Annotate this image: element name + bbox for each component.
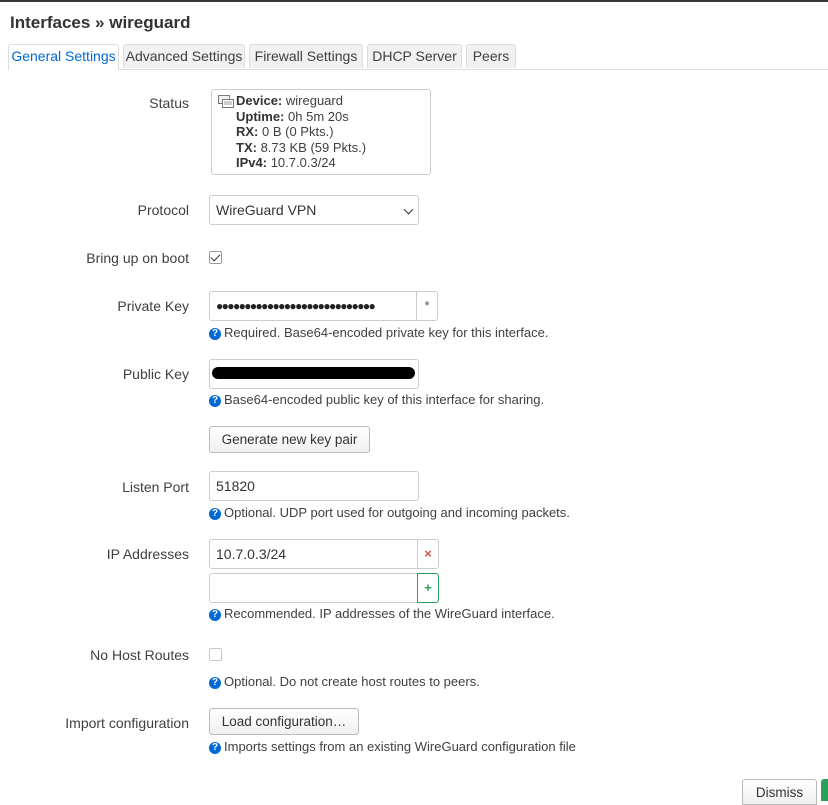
help-icon: ? — [209, 328, 221, 340]
redaction-mark — [212, 367, 415, 379]
status-ipv4-value: 10.7.0.3/24 — [270, 155, 336, 170]
tab-dhcp-server[interactable]: DHCP Server — [367, 44, 462, 68]
help-icon: ? — [209, 742, 221, 754]
private-key-label: Private Key — [117, 298, 189, 314]
help-icon: ? — [209, 508, 221, 520]
reveal-password-button[interactable]: * — [417, 291, 438, 321]
status-uptime-row: Uptime: 0h 5m 20s — [236, 109, 424, 125]
generate-key-pair-button[interactable]: Generate new key pair — [209, 426, 370, 453]
ip-addresses-help-text: Recommended. IP addresses of the WireGua… — [224, 606, 555, 621]
status-rx-key: RX: — [236, 124, 259, 139]
private-key-help: ? Required. Base64-encoded private key fo… — [209, 325, 548, 340]
status-uptime-key: Uptime: — [236, 108, 285, 124]
listen-port-label: Listen Port — [122, 479, 189, 495]
tab-firewall-settings[interactable]: Firewall Settings — [249, 44, 363, 68]
status-tx-value: 8.73 KB (59 Pkts.) — [260, 139, 367, 155]
protocol-selected-value: WireGuard VPN — [216, 202, 317, 218]
no-host-routes-help: ? Optional. Do not create host routes to … — [209, 674, 480, 689]
status-uptime-value: 0h 5m 20s — [288, 108, 349, 124]
help-icon: ? — [209, 677, 221, 689]
add-ip-button[interactable]: + — [417, 573, 439, 603]
new-ip-address-input[interactable] — [209, 573, 418, 603]
private-key-input[interactable]: ●●●●●●●●●●●●●●●●●●●●●●●●●●●● — [209, 291, 417, 321]
status-rx-row: RX: 0 B (0 Pkts.) — [236, 124, 424, 140]
no-host-routes-label: No Host Routes — [90, 647, 189, 663]
status-device-key: Device: — [236, 93, 283, 108]
status-tx-key: TX: — [236, 139, 257, 155]
dismiss-button[interactable]: Dismiss — [742, 779, 817, 805]
status-rx-value: 0 B (0 Pkts.) — [262, 124, 334, 139]
protocol-label: Protocol — [137, 202, 189, 218]
bring-up-on-boot-checkbox[interactable] — [209, 251, 222, 264]
ip-addresses-help: ? Recommended. IP addresses of the WireGu… — [209, 606, 555, 621]
status-ipv4-row: IPv4: 10.7.0.3/24 — [236, 155, 424, 171]
status-ipv4-key: IPv4: — [236, 155, 268, 170]
public-key-help-text: Base64-encoded public key of this interf… — [224, 392, 545, 407]
remove-ip-button[interactable]: × — [418, 539, 439, 569]
import-configuration-help-text: Imports settings from an existing WireGu… — [224, 739, 576, 754]
tab-bar: General Settings Advanced Settings Firew… — [8, 44, 828, 70]
load-configuration-button[interactable]: Load configuration… — [209, 708, 359, 735]
top-border — [0, 0, 828, 2]
tab-peers[interactable]: Peers — [466, 44, 516, 68]
listen-port-help-text: Optional. UDP port used for outgoing and… — [224, 505, 570, 520]
no-host-routes-checkbox[interactable] — [209, 648, 222, 661]
ip-addresses-label: IP Addresses — [106, 546, 189, 562]
status-tx-row: TX: 8.73 KB (59 Pkts.) — [236, 140, 424, 156]
private-key-help-text: Required. Base64-encoded private key for… — [224, 325, 549, 340]
ip-address-entry[interactable]: 10.7.0.3/24 — [209, 539, 418, 569]
public-key-help: ? Base64-encoded public key of this inter… — [209, 392, 544, 407]
tab-advanced-settings[interactable]: Advanced Settings — [123, 44, 245, 68]
network-device-icon — [218, 95, 234, 108]
status-device-value: wireguard — [285, 93, 343, 108]
listen-port-help: ? Optional. UDP port used for outgoing an… — [209, 505, 570, 520]
status-box: Device: wireguard Uptime: 0h 5m 20s RX: … — [211, 89, 431, 175]
protocol-select[interactable]: WireGuard VPN — [209, 195, 419, 225]
save-button-edge[interactable] — [821, 779, 828, 801]
public-key-label: Public Key — [122, 366, 189, 382]
no-host-routes-help-text: Optional. Do not create host routes to p… — [224, 674, 480, 689]
status-label: Status — [149, 95, 189, 111]
status-device-row: Device: wireguard — [236, 93, 424, 109]
import-configuration-label: Import configuration — [65, 715, 189, 731]
import-configuration-help: ? Imports settings from an existing WireG… — [209, 739, 576, 754]
help-icon: ? — [209, 395, 221, 407]
chevron-down-icon — [403, 204, 414, 215]
help-icon: ? — [209, 609, 221, 621]
tab-general-settings[interactable]: General Settings — [8, 44, 119, 70]
listen-port-input[interactable]: 51820 — [209, 471, 419, 501]
bring-up-on-boot-label: Bring up on boot — [86, 250, 189, 266]
page-title: Interfaces » wireguard — [10, 13, 191, 32]
